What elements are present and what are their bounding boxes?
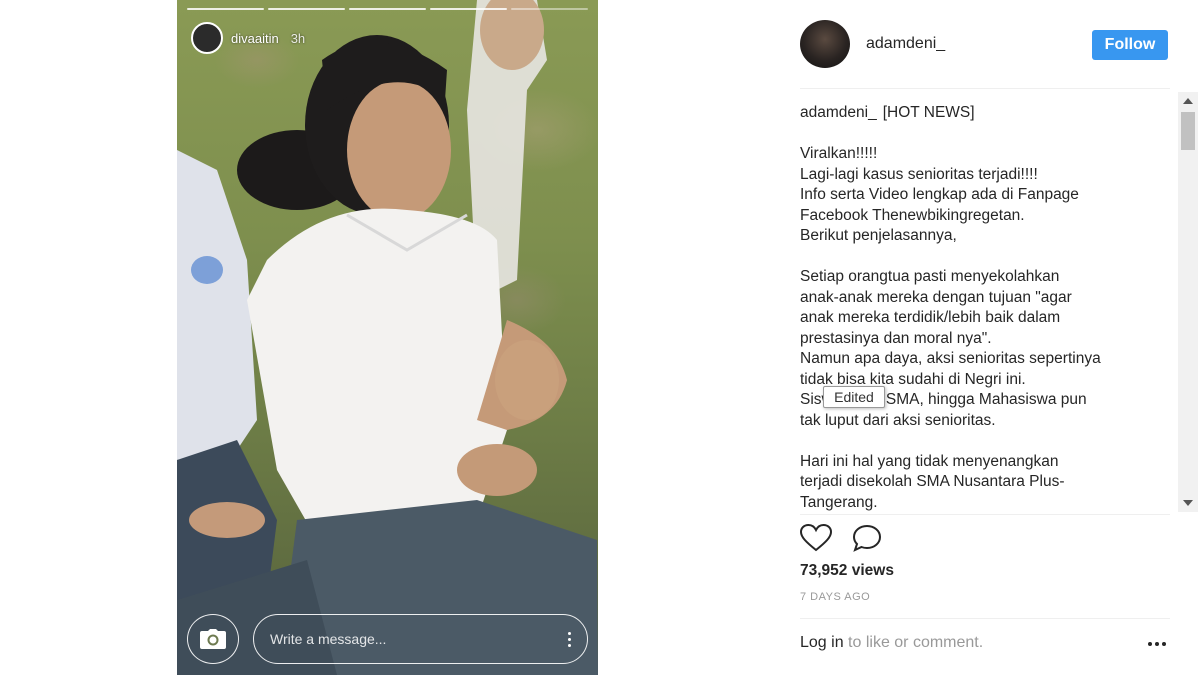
more-options-icon[interactable] xyxy=(1148,642,1166,646)
owner-username[interactable]: adamdeni_ xyxy=(866,35,945,53)
vertical-dots-icon[interactable] xyxy=(568,631,571,647)
message-placeholder: Write a message... xyxy=(270,631,387,647)
caption: adamdeni_ [HOT NEWS] Viralkan!!!!! Lagi-l… xyxy=(800,92,1176,512)
scroll-up-icon[interactable] xyxy=(1183,98,1193,104)
post-actions xyxy=(800,524,882,552)
story-user-header[interactable]: divaaitin 3h xyxy=(191,22,305,54)
camera-button[interactable] xyxy=(187,614,239,664)
story-avatar[interactable] xyxy=(191,22,223,54)
post-header: adamdeni_ Follow xyxy=(800,20,1170,68)
login-prompt: Log in to like or comment. xyxy=(800,634,983,652)
follow-button[interactable]: Follow xyxy=(1092,30,1168,60)
post-date[interactable]: 7 DAYS AGO xyxy=(800,591,870,603)
caption-username[interactable]: adamdeni_ xyxy=(800,104,877,121)
caption-scrollbar[interactable] xyxy=(1178,92,1198,512)
footer-divider xyxy=(800,618,1170,619)
caption-scroll-area[interactable]: adamdeni_ [HOT NEWS] Viralkan!!!!! Lagi-l… xyxy=(800,92,1176,512)
edited-tooltip: Edited xyxy=(823,386,885,408)
story-progress-bar xyxy=(187,8,588,10)
message-input[interactable]: Write a message... xyxy=(253,614,588,664)
header-divider xyxy=(800,88,1170,89)
login-link[interactable]: Log in xyxy=(800,634,844,651)
login-prompt-text: to like or comment. xyxy=(843,634,984,651)
camera-icon xyxy=(200,629,226,649)
caption-divider xyxy=(800,514,1170,515)
view-count: 73,952 views xyxy=(800,562,894,579)
video-frame-illustration xyxy=(177,0,598,675)
owner-avatar[interactable] xyxy=(800,20,850,68)
story-timestamp: 3h xyxy=(290,30,306,46)
scroll-down-icon[interactable] xyxy=(1183,500,1193,506)
heart-icon[interactable] xyxy=(800,524,832,552)
story-video[interactable]: divaaitin 3h Write a message... xyxy=(177,0,598,675)
comment-icon[interactable] xyxy=(852,524,882,552)
caption-body: [HOT NEWS] Viralkan!!!!! Lagi-lagi kasus… xyxy=(800,104,1101,511)
story-username[interactable]: divaaitin xyxy=(231,31,279,46)
scroll-thumb[interactable] xyxy=(1181,112,1195,150)
